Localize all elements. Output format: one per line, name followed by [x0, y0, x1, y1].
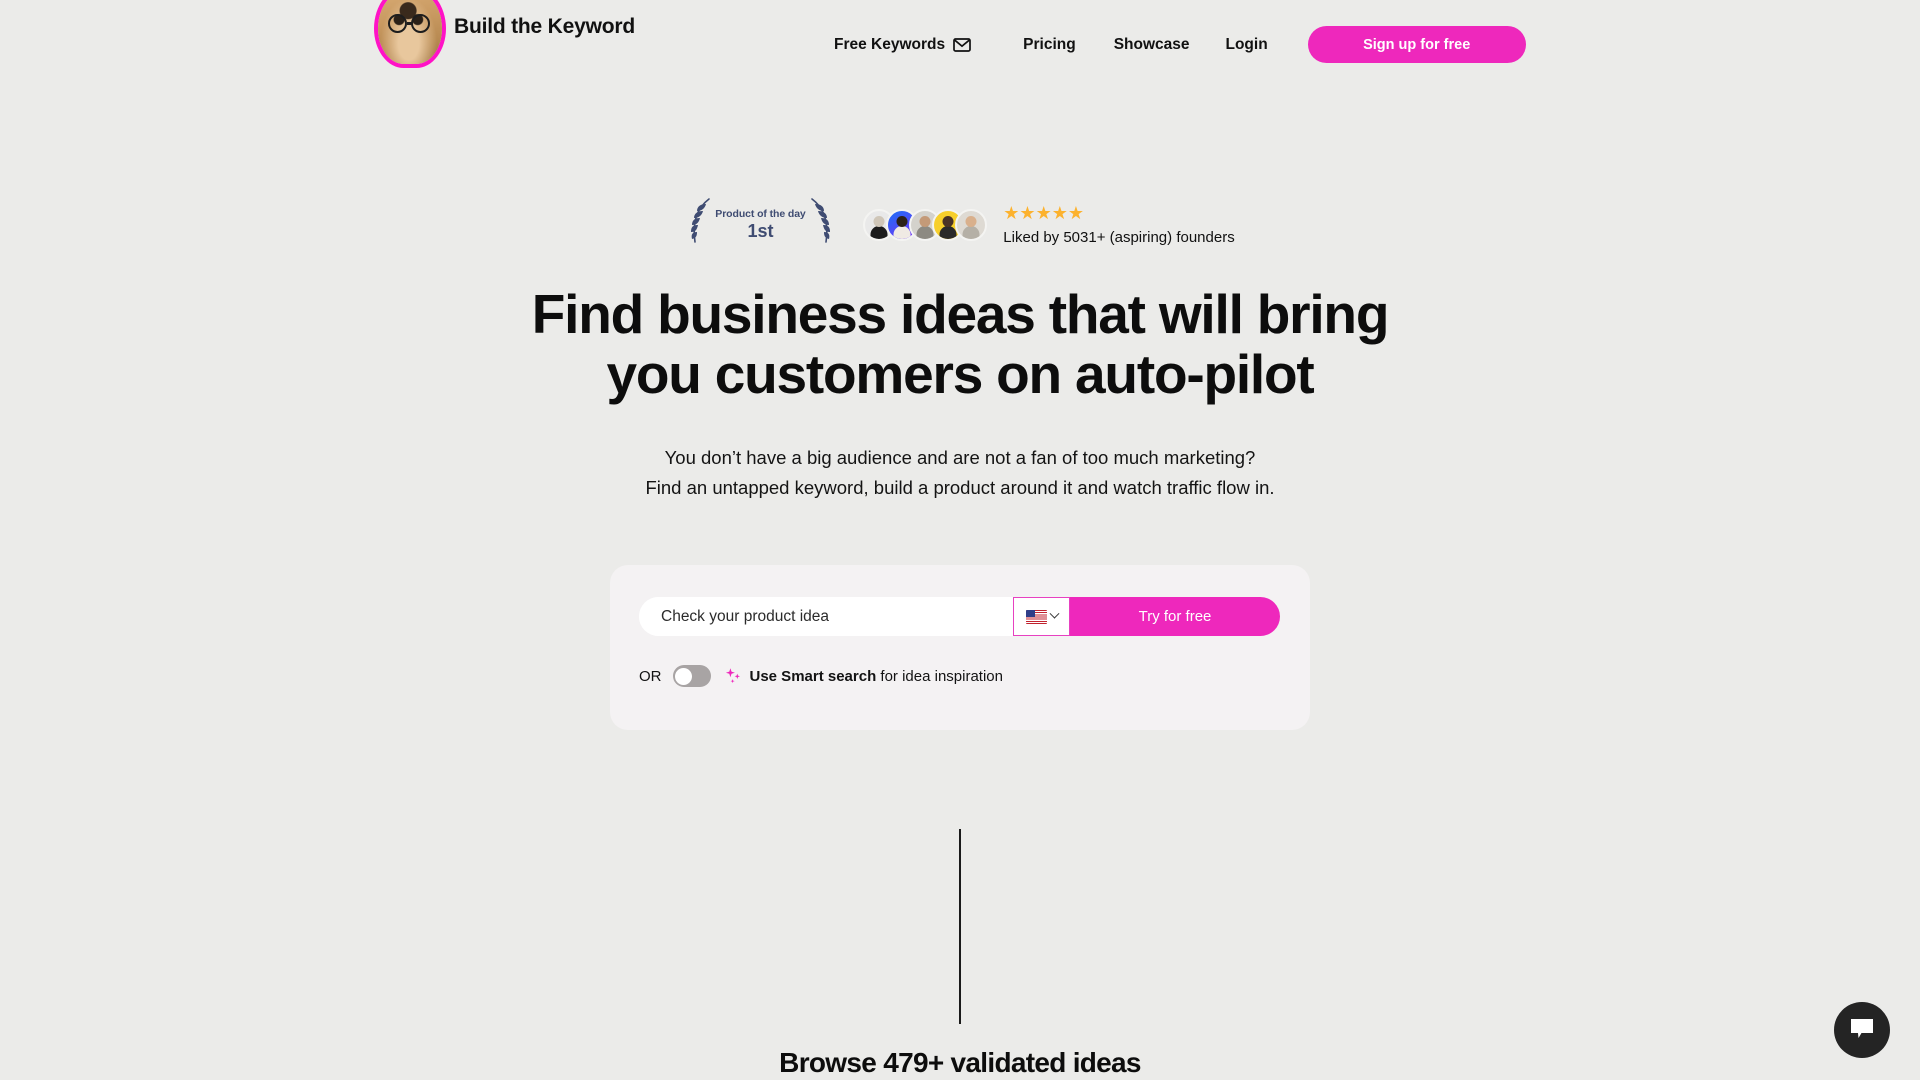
smart-search-toggle[interactable] [672, 665, 711, 687]
vertical-divider [959, 829, 961, 1024]
rating-block: ★★★★★ Liked by 5031+ (aspiring) founders [1003, 204, 1234, 246]
avatar [955, 209, 988, 241]
nav-item-free-keywords[interactable]: Free Keywords [834, 36, 971, 54]
toggle-knob [675, 667, 692, 685]
star-rating-icon: ★★★★★ [1003, 203, 1084, 223]
search-card: Try for free OR Use Smart search for ide… [610, 565, 1310, 730]
hero-sub-line-1: You don’t have a big audience and are no… [664, 447, 1256, 468]
smart-search-label: Use Smart search for idea inspiration [750, 668, 1004, 685]
mail-icon [953, 37, 971, 52]
hero-subtitle: You don’t have a big audience and are no… [0, 443, 1920, 503]
nav-item-showcase[interactable]: Showcase [1114, 36, 1190, 54]
site-header: Build the Keyword Free Keywords Pricing … [0, 0, 1920, 72]
chat-widget-button[interactable] [1834, 1002, 1890, 1058]
smart-search-strong: Use Smart search [749, 667, 877, 685]
smart-search-rest: for idea inspiration [876, 667, 1003, 685]
dog-with-glasses-logo [378, 0, 442, 64]
brand-logo-link[interactable]: Build the Keyword [378, 0, 635, 64]
nav-item-label: Free Keywords [834, 35, 946, 53]
product-of-the-day-badge[interactable]: Product of the day 1st [685, 196, 831, 254]
badge-rank: 1st [747, 221, 774, 242]
hero-title-line-2: you customers on auto-pilot [606, 342, 1314, 405]
sparkles-icon [723, 666, 743, 686]
browse-section-title: Browse 479+ validated ideas [779, 1047, 1141, 1078]
laurel-left-icon [685, 196, 715, 255]
main-nav: Free Keywords Pricing Showcase Login Sig… [834, 26, 1526, 63]
chevron-down-icon [1049, 608, 1059, 619]
chat-bubble-icon [1849, 1017, 1875, 1044]
page-title: Find business ideas that will bring you … [0, 283, 1920, 405]
smart-search-row: OR Use Smart search for idea inspiration [639, 661, 1003, 691]
hero-title-line-1: Find business ideas that will bring [531, 283, 1390, 345]
try-for-free-button[interactable]: Try for free [1070, 597, 1280, 636]
us-flag-icon [1025, 609, 1047, 624]
signup-button[interactable]: Sign up for free [1307, 26, 1526, 63]
laurel-right-icon [806, 196, 836, 255]
brand-name: Build the Keyword [454, 15, 635, 38]
badge-top-label: Product of the day [715, 208, 806, 221]
hero-sub-line-2: Find an untapped keyword, build a produc… [645, 476, 1275, 498]
nav-item-pricing[interactable]: Pricing [1023, 36, 1076, 54]
search-row: Try for free [639, 597, 1280, 636]
liked-by-text: Liked by 5031+ (aspiring) founders [1003, 229, 1235, 246]
search-input[interactable] [639, 597, 1013, 636]
badge-text: Product of the day 1st [715, 209, 805, 241]
or-label: OR [639, 667, 662, 685]
founder-avatars [863, 209, 988, 241]
country-selector[interactable] [1013, 597, 1070, 636]
nav-item-login[interactable]: Login [1226, 36, 1268, 54]
social-proof-bar: Product of the day 1st ★★★★★ Liked by 50… [0, 196, 1920, 254]
